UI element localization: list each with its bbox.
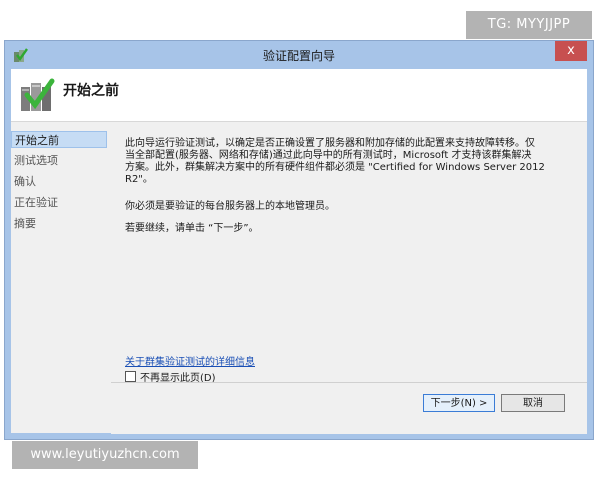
title-bar: 验证配置向导 x [5, 41, 593, 69]
sidebar-item-before-you-begin[interactable]: 开始之前 [11, 131, 107, 148]
watermark-bottom: www.leyutiyuzhcn.com [12, 441, 198, 469]
dont-show-again-checkbox[interactable] [125, 371, 136, 382]
window-title: 验证配置向导 [262, 49, 335, 63]
cancel-button[interactable]: 取消 [501, 394, 565, 412]
wizard-body: 开始之前 开始之前 测试选项 确认 正在验证 摘要 此向导运行验证测试，以确定是… [11, 69, 587, 434]
intro-line-1: 此向导运行验证测试，以确定是否正确设置了服务器和附加存储的此配置来支持故障转移。… [125, 138, 535, 149]
wizard-steps-sidebar: 开始之前 测试选项 确认 正在验证 摘要 [11, 122, 109, 433]
next-button[interactable]: 下一步(N) > [423, 394, 495, 412]
intro-line-3: 方案。此外，群集解决方案中的所有硬件组件都必须是 "Certified for … [125, 162, 545, 173]
wizard-window: 验证配置向导 x 开始之前 开始之前 测试选项 确认 正在验证 摘要 此向导运行 [4, 40, 594, 440]
wizard-header: 开始之前 [11, 69, 587, 122]
intro-line-2: 当全部配置(服务器、网络和存储)通过此向导中的所有测试时，Microsoft 才… [125, 150, 532, 161]
close-icon: x [567, 43, 575, 58]
sidebar-item-testing-options[interactable]: 测试选项 [11, 152, 107, 169]
sidebar-item-validating[interactable]: 正在验证 [11, 194, 107, 211]
wizard-footer: 下一步(N) > 取消 [111, 382, 587, 434]
admin-note: 你必须是要验证的每台服务器上的本地管理员。 [125, 201, 335, 212]
wizard-content: 此向导运行验证测试，以确定是否正确设置了服务器和附加存储的此配置来支持故障转移。… [111, 122, 587, 384]
sidebar-item-summary[interactable]: 摘要 [11, 215, 107, 232]
more-info-link[interactable]: 关于群集验证测试的详细信息 [125, 353, 255, 368]
intro-line-4: R2"。 [125, 174, 153, 185]
watermark-top: TG: MYYJJPP [466, 11, 592, 39]
page-title: 开始之前 [63, 83, 119, 99]
sidebar-item-confirmation[interactable]: 确认 [11, 173, 107, 190]
continue-note: 若要继续，请单击 “下一步”。 [125, 223, 259, 234]
close-button[interactable]: x [555, 41, 587, 61]
cluster-check-icon [21, 78, 55, 111]
